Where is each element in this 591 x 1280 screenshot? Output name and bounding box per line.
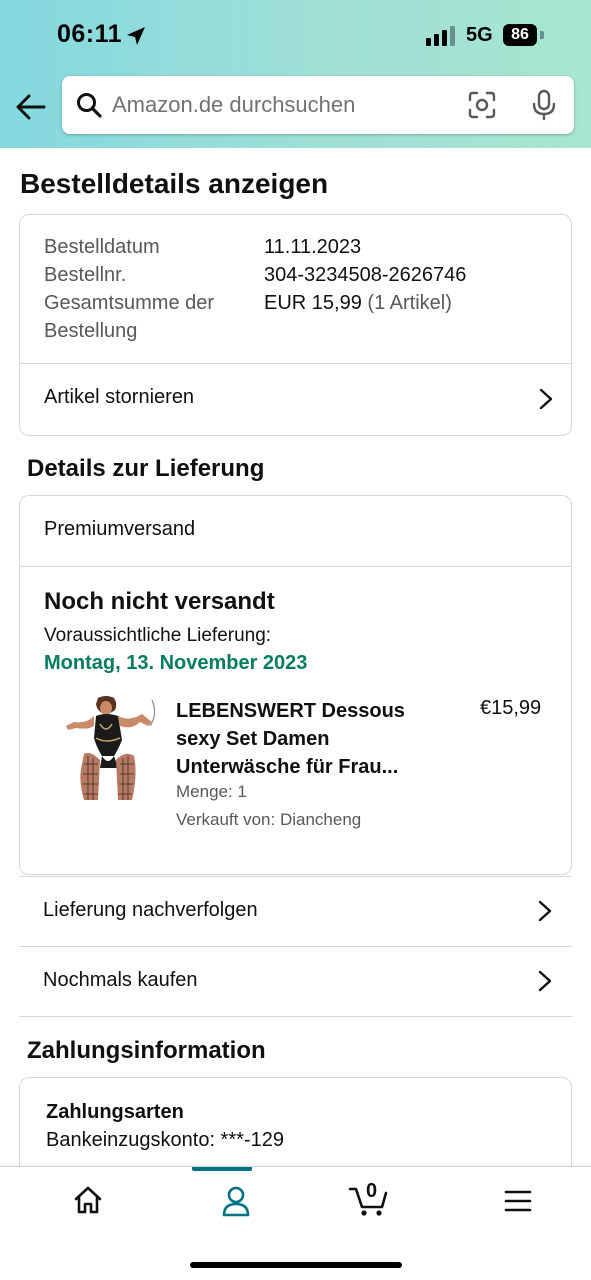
cart-count-badge: 0 <box>366 1180 378 1202</box>
order-date-value: 11.11.2023 <box>264 236 362 258</box>
order-number-value: 304-3234508-2626746 <box>264 264 467 286</box>
order-total-amount: EUR 15,99 <box>264 292 362 314</box>
order-total-label-line1: Gesamtsumme der <box>44 292 215 314</box>
back-arrow-icon[interactable] <box>14 92 48 122</box>
product-seller: Verkauft von: Diancheng <box>176 810 362 829</box>
product-image[interactable] <box>60 694 156 802</box>
order-total-value: EUR 15,99 (1 Artikel) <box>264 292 452 315</box>
nav-menu[interactable] <box>480 1167 580 1237</box>
delivery-card-divider <box>20 566 571 567</box>
product-title-line3: Unterwäsche für Frau... <box>176 756 399 778</box>
signal-icon <box>426 26 455 46</box>
order-summary-card: Bestelldatum 11.11.2023 Bestellnr. 304-3… <box>19 214 572 436</box>
battery-icon: 86 <box>503 24 537 46</box>
cancel-items-row[interactable]: Artikel stornieren <box>20 364 571 434</box>
payment-methods-title: Zahlungsarten <box>46 1101 184 1123</box>
menu-icon <box>504 1190 532 1212</box>
order-total-label-line2: Bestellung <box>44 320 138 342</box>
order-date-label: Bestelldatum <box>44 236 160 258</box>
buy-again-label: Nochmals kaufen <box>43 969 198 991</box>
network-type: 5G <box>466 24 493 46</box>
status-time: 06:11 <box>57 20 123 48</box>
search-icon <box>77 93 102 118</box>
eta-label: Voraussichtliche Lieferung: <box>44 625 272 646</box>
cancel-items-label: Artikel stornieren <box>44 386 195 408</box>
payment-account: Bankeinzugskonto: ***-129 <box>46 1129 284 1151</box>
nav-cart[interactable] <box>332 1167 432 1237</box>
search-input[interactable] <box>112 86 452 124</box>
status-bar: 06:11 5G 86 <box>0 0 591 70</box>
nav-home[interactable] <box>37 1167 137 1237</box>
camera-scan-icon[interactable] <box>468 91 496 119</box>
track-delivery-row[interactable]: Lieferung nachverfolgen <box>19 876 572 946</box>
track-delivery-label: Lieferung nachverfolgen <box>43 899 258 921</box>
home-indicator <box>190 1262 402 1268</box>
list-bottom-divider <box>19 1016 572 1017</box>
delivery-section-title: Details zur Lieferung <box>27 455 265 482</box>
chevron-right-icon <box>538 970 552 992</box>
shipment-status: Noch nicht versandt <box>44 588 275 615</box>
microphone-icon[interactable] <box>530 89 558 121</box>
account-icon <box>222 1186 250 1217</box>
location-arrow-icon <box>127 27 145 45</box>
chevron-right-icon <box>539 388 553 410</box>
buy-again-row[interactable]: Nochmals kaufen <box>19 946 572 1016</box>
order-number-label: Bestellnr. <box>44 264 127 286</box>
search-bar[interactable] <box>62 76 574 134</box>
product-title-line2: sexy Set Damen <box>176 728 330 750</box>
product-quantity: Menge: 1 <box>176 782 247 801</box>
order-total-items: (1 Artikel) <box>367 292 452 314</box>
battery-tip <box>540 31 544 39</box>
app-header: 06:11 5G 86 <box>0 0 591 148</box>
product-title-line1: LEBENSWERT Dessous <box>176 700 405 722</box>
delivery-card: Premiumversand Noch nicht versandt Vorau… <box>19 495 572 875</box>
product-price: €15,99 <box>480 697 542 719</box>
product-title[interactable]: LEBENSWERT Dessous sexy Set Damen Unterw… <box>176 697 426 781</box>
nav-account[interactable] <box>185 1167 285 1237</box>
home-icon <box>74 1186 102 1214</box>
page-title: Bestelldetails anzeigen <box>20 168 329 199</box>
payment-section-title: Zahlungsinformation <box>27 1037 266 1064</box>
eta-date: Montag, 13. November 2023 <box>44 652 308 674</box>
shipping-type: Premiumversand <box>44 518 196 540</box>
chevron-right-icon <box>538 900 552 922</box>
